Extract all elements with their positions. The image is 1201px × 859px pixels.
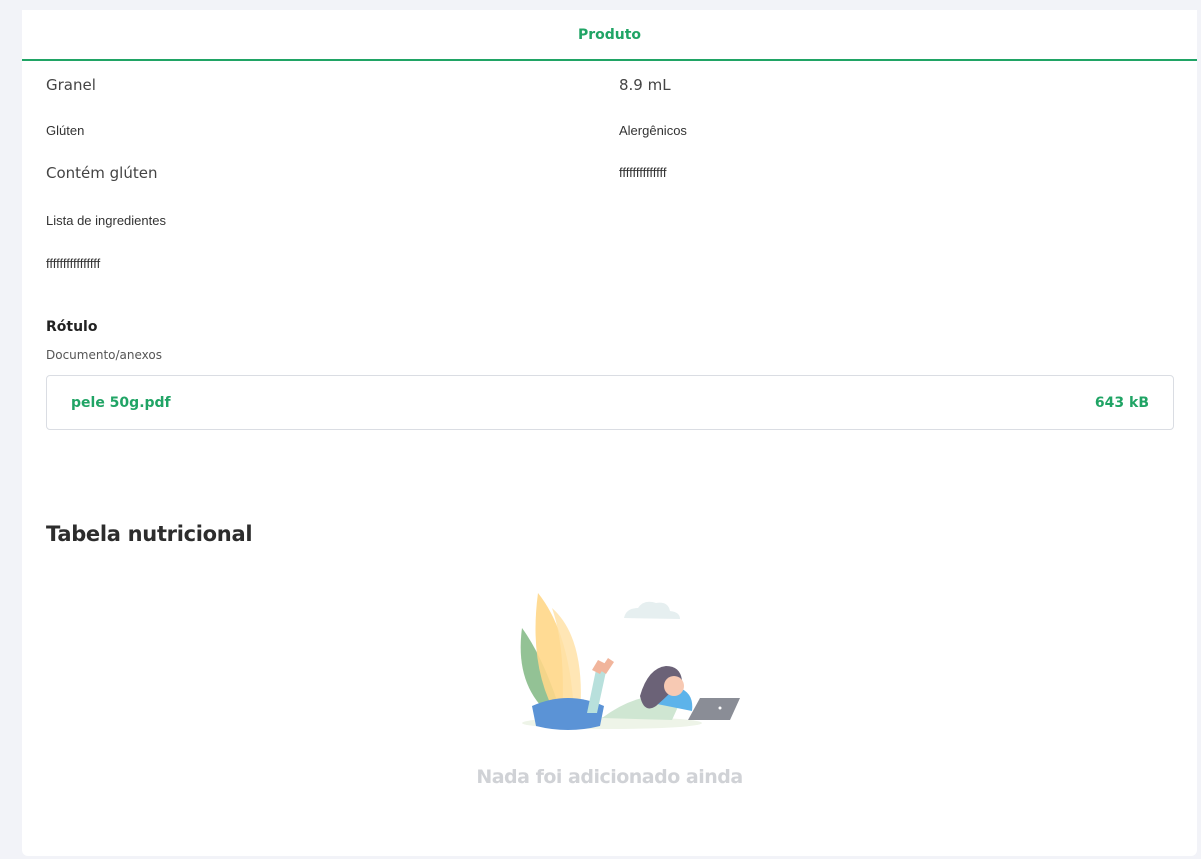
person-with-laptop-illustration <box>492 578 752 738</box>
empty-state-text: Nada foi adicionado ainda <box>476 766 743 788</box>
tab-produto[interactable]: Produto <box>22 10 1197 61</box>
rotulo-title: Rótulo <box>46 319 98 335</box>
gluten-value: Contém glúten <box>46 164 158 182</box>
nutricional-title: Tabela nutricional <box>46 522 253 546</box>
attachment-file-name[interactable]: pele 50g.pdf <box>71 395 171 411</box>
product-detail-card: Produto Granel 8.9 mL Glúten Alergênicos… <box>22 10 1197 856</box>
alergenicos-value: ffffffffffffff <box>619 165 667 180</box>
granel-value: Granel <box>46 76 96 94</box>
ingredientes-value: ffffffffffffffff <box>46 256 101 271</box>
tab-title: Produto <box>577 26 642 43</box>
attachment-item[interactable]: pele 50g.pdf 643 kB <box>46 375 1174 430</box>
alergenicos-label: Alergênicos <box>619 123 687 138</box>
ingredientes-label: Lista de ingredientes <box>46 213 166 228</box>
attachment-file-size: 643 kB <box>1094 394 1149 411</box>
volume-value: 8.9 mL <box>619 76 671 94</box>
rotulo-subtitle: Documento/anexos <box>46 348 163 362</box>
gluten-label: Glúten <box>46 123 85 138</box>
